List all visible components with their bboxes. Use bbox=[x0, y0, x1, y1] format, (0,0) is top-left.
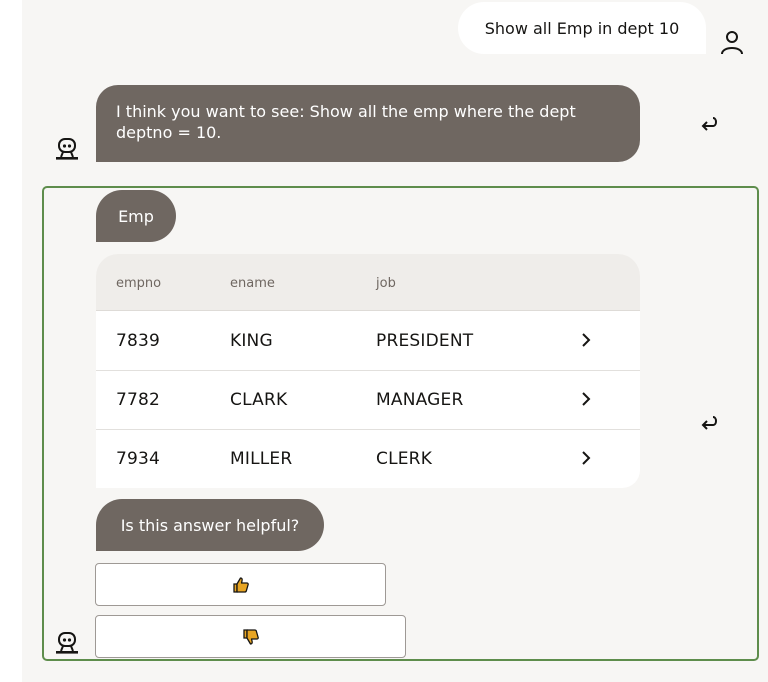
person-icon bbox=[721, 31, 743, 55]
result-title: Emp bbox=[118, 206, 154, 226]
cell-job: MANAGER bbox=[376, 390, 464, 410]
thumbs-down-icon bbox=[242, 628, 259, 645]
chevron-right-icon[interactable] bbox=[580, 450, 592, 466]
user-message-bubble: Show all Emp in dept 10 bbox=[458, 2, 706, 54]
table-row[interactable]: 7934 MILLER CLERK bbox=[96, 429, 640, 488]
bot-icon bbox=[56, 138, 78, 160]
return-arrow-icon[interactable] bbox=[698, 114, 720, 136]
feedback-question-text: Is this answer helpful? bbox=[120, 515, 300, 535]
chat-panel: Show all Emp in dept 10 I think you want… bbox=[22, 0, 768, 682]
result-table: empno ename job 7839 KING PRESIDENT 7782… bbox=[96, 254, 640, 488]
cell-empno: 7782 bbox=[116, 390, 161, 410]
result-title-bubble: Emp bbox=[96, 190, 176, 242]
feedback-question-bubble: Is this answer helpful? bbox=[96, 499, 324, 551]
cell-job: PRESIDENT bbox=[376, 331, 474, 351]
bot-icon bbox=[56, 632, 78, 654]
cell-ename: KING bbox=[230, 331, 273, 351]
thumbs-up-button[interactable] bbox=[95, 563, 386, 606]
cell-empno: 7934 bbox=[116, 449, 161, 469]
thumbs-up-icon bbox=[232, 576, 249, 593]
cell-job: CLERK bbox=[376, 449, 433, 469]
column-header-job: job bbox=[376, 276, 396, 291]
column-header-ename: ename bbox=[230, 276, 275, 291]
table-header: empno ename job bbox=[96, 254, 640, 311]
bot-interpretation-bubble: I think you want to see: Show all the em… bbox=[96, 85, 640, 162]
table-row[interactable]: 7839 KING PRESIDENT bbox=[96, 311, 640, 371]
table-row[interactable]: 7782 CLARK MANAGER bbox=[96, 370, 640, 430]
chevron-right-icon[interactable] bbox=[580, 391, 592, 407]
column-header-empno: empno bbox=[116, 276, 162, 291]
bot-interpretation-text: I think you want to see: Show all the em… bbox=[116, 102, 576, 142]
return-arrow-icon[interactable] bbox=[698, 413, 720, 435]
user-message-text: Show all Emp in dept 10 bbox=[484, 18, 680, 38]
cell-ename: CLARK bbox=[230, 390, 288, 410]
cell-ename: MILLER bbox=[230, 449, 293, 469]
chevron-right-icon[interactable] bbox=[580, 332, 592, 348]
cell-empno: 7839 bbox=[116, 331, 161, 351]
thumbs-down-button[interactable] bbox=[95, 615, 406, 658]
